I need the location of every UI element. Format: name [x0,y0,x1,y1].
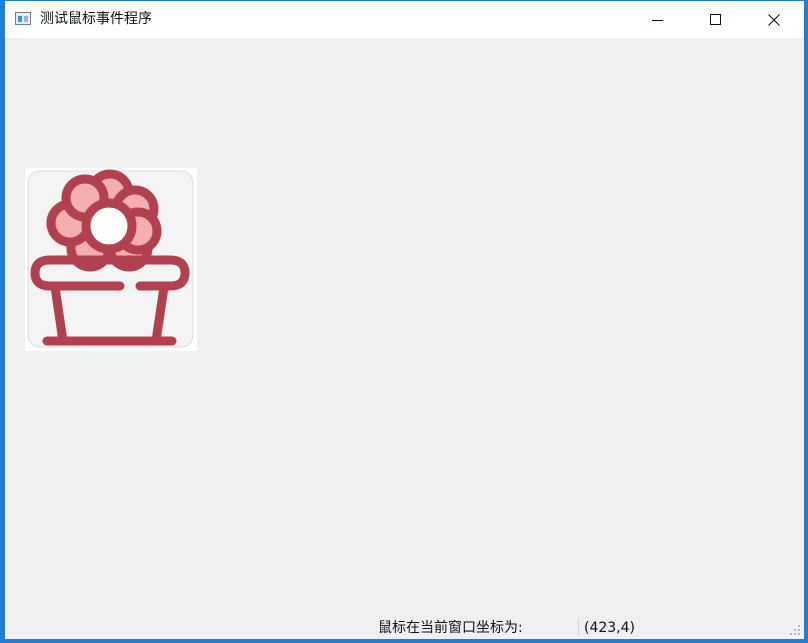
app-icon-pane-left [18,16,22,22]
status-coordinates: (423,4) [584,620,636,636]
minimize-button[interactable] [629,1,687,38]
minimize-icon [652,19,663,21]
title-bar[interactable]: 测试鼠标事件程序 [5,1,804,38]
flower-pot-icon [27,169,194,348]
main-window: 测试鼠标事件程序 鼠标在当前窗口坐标为: (423,4) [0,0,808,643]
resize-grip-icon[interactable] [789,624,801,636]
flower-image [25,168,197,351]
window-title: 测试鼠标事件程序 [40,11,152,27]
status-label: 鼠标在当前窗口坐标为: [378,620,523,636]
app-icon-pane-right [24,16,28,22]
close-button[interactable] [745,1,803,38]
status-divider [578,618,579,636]
close-icon [768,13,780,26]
maximize-icon [710,13,721,25]
client-area: 鼠标在当前窗口坐标为: (423,4) [5,38,804,639]
maximize-button[interactable] [687,1,745,38]
status-bar: 鼠标在当前窗口坐标为: (423,4) [5,615,804,639]
flower-center [81,198,137,254]
app-icon [15,12,31,25]
